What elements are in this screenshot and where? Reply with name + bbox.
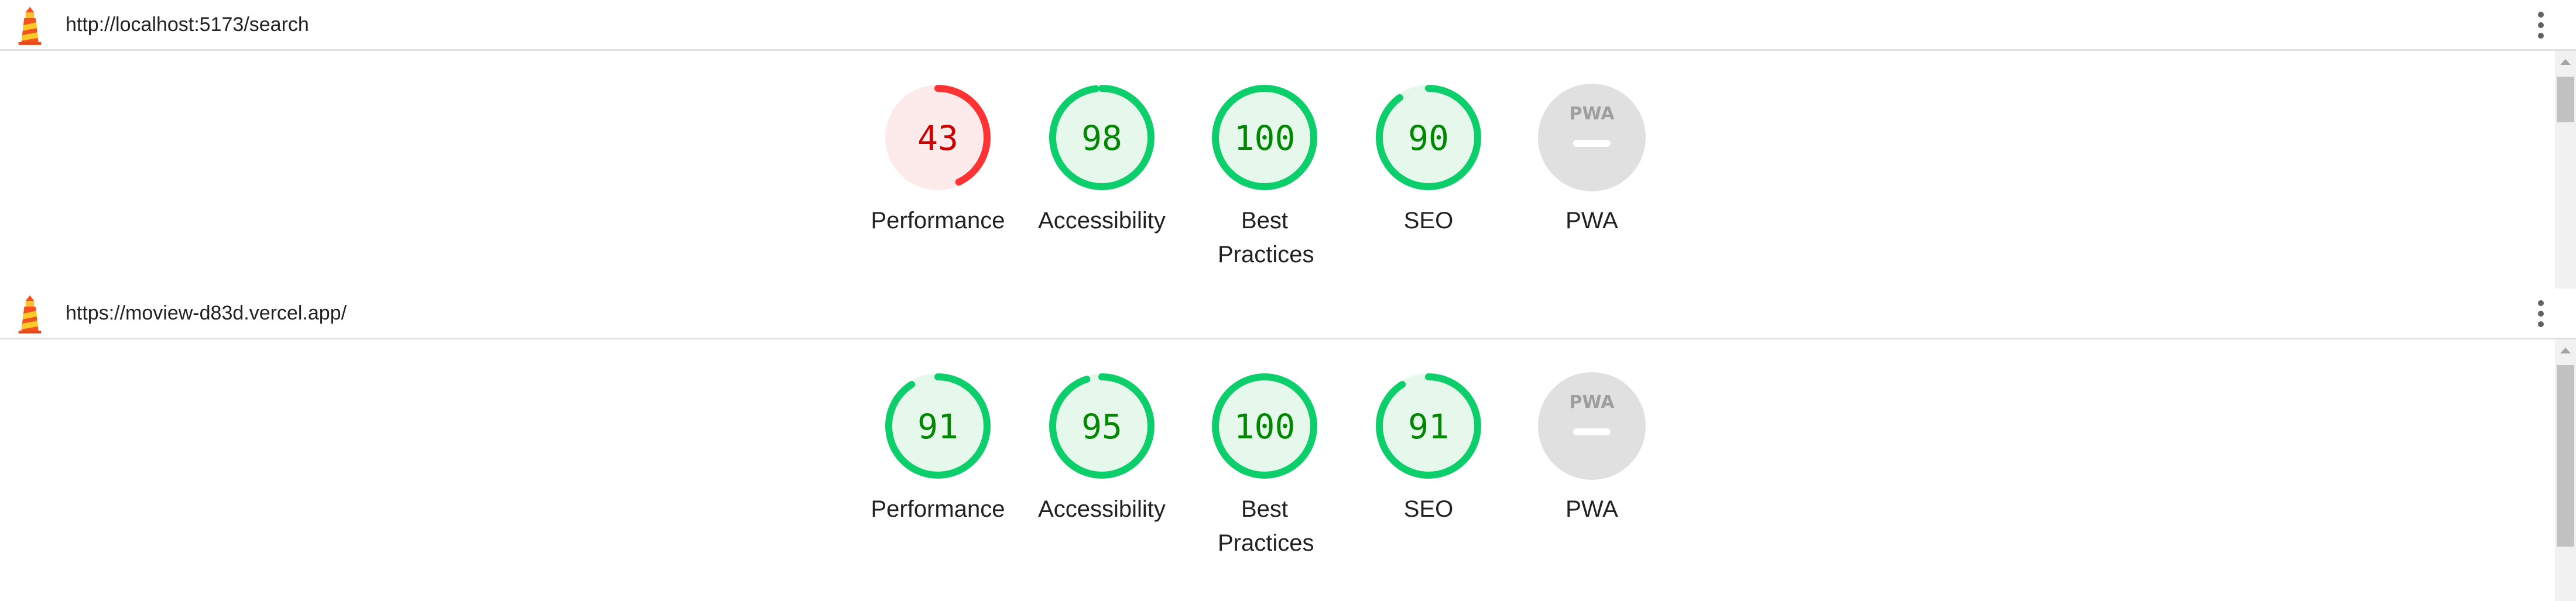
scrollbar-thumb[interactable] <box>2557 77 2574 122</box>
more-options-icon[interactable] <box>2534 299 2548 328</box>
lighthouse-report-2: https://moview-d83d.vercel.app/ 91 Perfo… <box>0 289 2576 601</box>
gauge-pwa[interactable]: PWA PWA <box>1522 82 1662 238</box>
score-gauge: 91 <box>1376 373 1481 479</box>
gauge-best-practices[interactable]: 100 Best Practices <box>1194 82 1335 272</box>
gauge-seo[interactable]: 91 SEO <box>1358 370 1499 526</box>
pwa-badge-text: PWA <box>1570 104 1615 124</box>
category-label: Best Practices <box>1218 208 1314 267</box>
category-label: Accessibility <box>1038 208 1166 233</box>
scrollbar-thumb[interactable] <box>2557 365 2574 547</box>
score-value: 90 <box>1408 118 1449 158</box>
score-gauge: 43 <box>885 85 991 190</box>
category-label: PWA <box>1566 208 1618 233</box>
gauge-performance[interactable]: 91 Performance <box>868 370 1008 526</box>
pwa-badge-icon: PWA <box>1538 372 1646 480</box>
category-label: PWA <box>1566 496 1618 522</box>
report-topbar: http://localhost:5173/search <box>0 0 2576 51</box>
more-options-icon[interactable] <box>2534 11 2548 40</box>
pwa-badge-icon: PWA <box>1538 84 1646 191</box>
category-scores: 43 Performance 98 Accessibility 100 Best… <box>868 82 1699 281</box>
category-label: Best Practices <box>1218 496 1314 556</box>
category-label: Performance <box>871 208 1005 233</box>
score-gauge: 91 <box>885 373 991 479</box>
lighthouse-icon <box>18 295 42 334</box>
score-value: 43 <box>917 118 958 158</box>
category-label: SEO <box>1403 496 1454 522</box>
pwa-badge-text: PWA <box>1570 392 1615 413</box>
scroll-up-arrow-icon[interactable] <box>2560 59 2571 65</box>
category-label: Accessibility <box>1038 496 1166 522</box>
gauge-accessibility[interactable]: 95 Accessibility <box>1032 370 1172 526</box>
score-gauge: 100 <box>1212 373 1317 479</box>
gauge-accessibility[interactable]: 98 Accessibility <box>1032 82 1172 238</box>
score-gauge: 100 <box>1212 85 1317 190</box>
score-value: 91 <box>917 407 958 447</box>
category-scores: 91 Performance 95 Accessibility 100 Best… <box>868 370 1699 569</box>
report-url: http://localhost:5173/search <box>66 13 309 36</box>
report-url: https://moview-d83d.vercel.app/ <box>66 302 347 324</box>
gauge-performance[interactable]: 43 Performance <box>868 82 1008 238</box>
scrollbar[interactable] <box>2555 339 2576 601</box>
score-value: 100 <box>1234 407 1296 447</box>
lighthouse-report-1: http://localhost:5173/search 43 Performa… <box>0 0 2576 289</box>
gauge-pwa[interactable]: PWA PWA <box>1522 370 1662 526</box>
gauge-best-practices[interactable]: 100 Best Practices <box>1194 370 1335 560</box>
score-value: 95 <box>1081 407 1122 447</box>
score-value: 100 <box>1234 118 1296 158</box>
lighthouse-icon <box>18 6 42 45</box>
score-gauge: 95 <box>1049 373 1155 479</box>
score-gauge: 98 <box>1049 85 1155 190</box>
scrollbar[interactable] <box>2555 51 2576 289</box>
report-topbar: https://moview-d83d.vercel.app/ <box>0 289 2576 339</box>
score-gauge: 90 <box>1376 85 1481 190</box>
category-label: Performance <box>871 496 1005 522</box>
scroll-up-arrow-icon[interactable] <box>2560 348 2571 353</box>
score-value: 91 <box>1408 407 1449 447</box>
gauge-seo[interactable]: 90 SEO <box>1358 82 1499 238</box>
category-label: SEO <box>1403 208 1454 233</box>
score-value: 98 <box>1081 118 1122 158</box>
